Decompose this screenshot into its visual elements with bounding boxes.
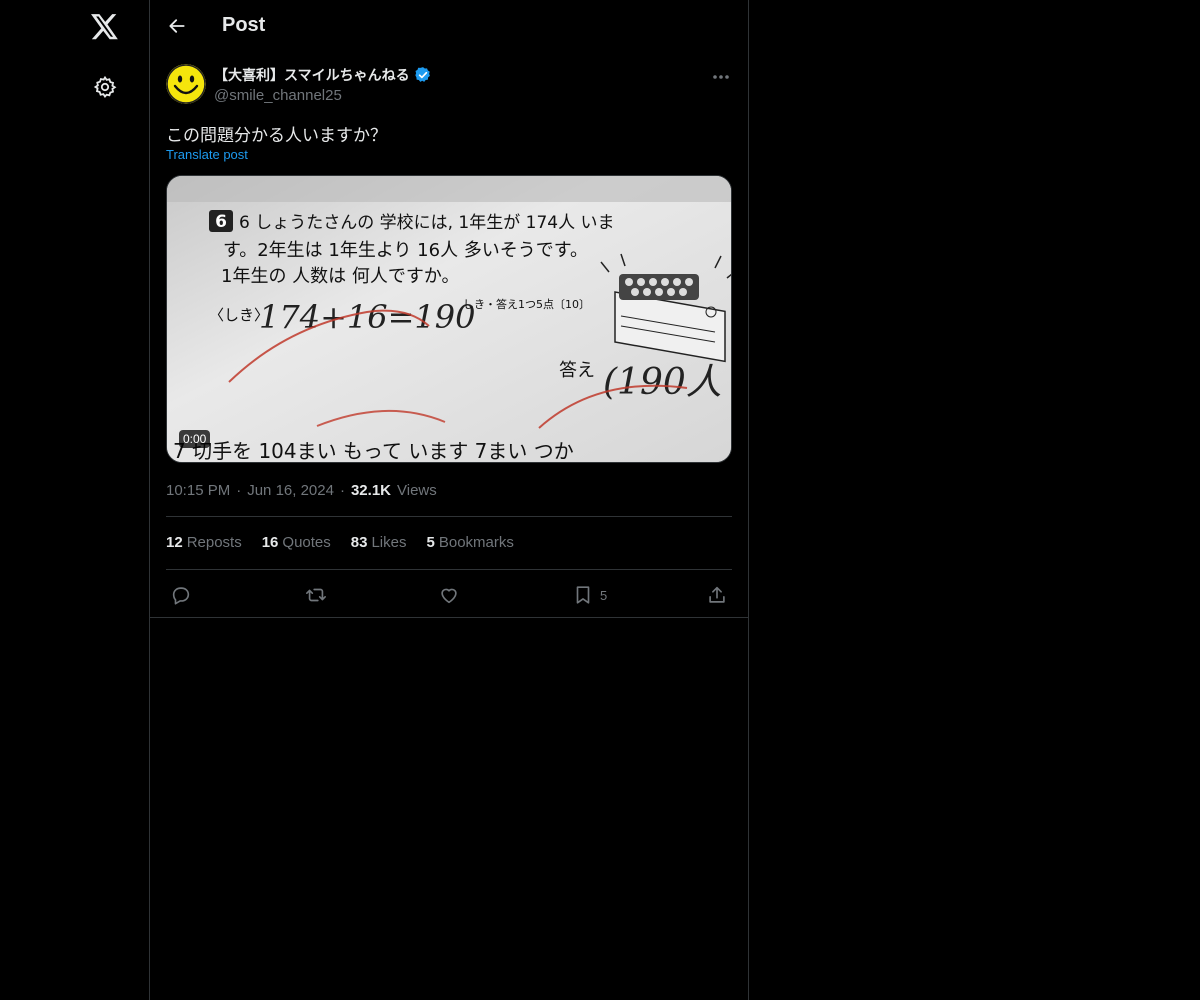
views-count: 32.1K bbox=[350, 482, 391, 499]
reply-button[interactable] bbox=[170, 580, 192, 610]
likes-count: 83 bbox=[350, 534, 368, 551]
reposts-stat[interactable]: 12 Reposts bbox=[166, 534, 242, 551]
meta-separator: · bbox=[339, 482, 345, 499]
author-name: 【大喜利】スマイルちゃんねる bbox=[214, 68, 410, 84]
more-dots-icon bbox=[713, 75, 729, 79]
back-button[interactable] bbox=[160, 9, 194, 43]
primary-column: Post 【大喜利】スマイルちゃんねる @smile_channel25 この問… bbox=[149, 0, 749, 1000]
media-answer-label: 答え bbox=[559, 360, 595, 381]
divider bbox=[166, 569, 732, 570]
quotes-label: Quotes bbox=[282, 534, 331, 551]
page-title: Post bbox=[222, 14, 266, 36]
meta-separator: · bbox=[236, 482, 242, 499]
author-name-link[interactable]: 【大喜利】スマイルちゃんねる bbox=[214, 65, 432, 85]
avatar[interactable] bbox=[166, 64, 206, 104]
reposts-count: 12 bbox=[166, 534, 183, 551]
bookmarks-stat[interactable]: 5 Bookmarks bbox=[427, 534, 514, 551]
post-bottom-border bbox=[150, 617, 748, 618]
reply-icon bbox=[172, 587, 190, 605]
post-time[interactable]: 10:15 PM bbox=[166, 482, 230, 499]
bookmark-action-count: 5 bbox=[600, 587, 608, 603]
svg-text:6: 6 bbox=[215, 212, 227, 232]
quotes-count: 16 bbox=[261, 534, 279, 551]
repost-icon bbox=[306, 588, 326, 602]
media-line-3: 1年生の 人数は 何人ですか。 bbox=[221, 266, 460, 287]
author-block: 【大喜利】スマイルちゃんねる @smile_channel25 bbox=[214, 65, 432, 104]
translate-post-link[interactable]: Translate post bbox=[166, 147, 248, 162]
media-line-1: 6 しょうたさんの 学校には, 1年生が 174人 いま bbox=[239, 213, 615, 233]
arrow-left-icon bbox=[169, 19, 185, 33]
bookmarks-count: 5 bbox=[426, 534, 435, 551]
views-label: Views bbox=[397, 482, 437, 499]
media-line-4: 7 切手を 104まい もって います 7まい つか bbox=[173, 439, 574, 463]
bookmark-icon bbox=[576, 586, 590, 604]
likes-stat[interactable]: 83 Likes bbox=[351, 534, 407, 551]
author-handle[interactable]: @smile_channel25 bbox=[214, 87, 432, 104]
post-stats: 12 Reposts 16 Quotes 83 Likes 5 Bookmarks bbox=[166, 534, 514, 551]
bookmarks-label: Bookmarks bbox=[438, 534, 514, 551]
post-meta: 10:15 PM · Jun 16, 2024 · 32.1K Views bbox=[166, 482, 437, 499]
post-text: この問題分かる人いますか？ bbox=[166, 126, 387, 146]
video-frame: 6 6 しょうたさんの 学校には, 1年生が 174人 いま す。2年生は 1年… bbox=[167, 176, 731, 463]
page-header: Post bbox=[150, 0, 748, 53]
video-player[interactable]: 6 6 しょうたさんの 学校には, 1年生が 174人 いま す。2年生は 1年… bbox=[166, 175, 732, 463]
divider bbox=[166, 516, 732, 517]
verified-badge-icon bbox=[414, 67, 430, 82]
repost-button[interactable] bbox=[304, 580, 328, 610]
likes-label: Likes bbox=[371, 534, 407, 551]
media-answer-value: (190人 bbox=[603, 362, 722, 403]
post-date[interactable]: Jun 16, 2024 bbox=[247, 482, 334, 499]
share-icon bbox=[709, 586, 725, 603]
app-root: Post 【大喜利】スマイルちゃんねる @smile_channel25 この問… bbox=[0, 0, 1200, 1000]
quotes-stat[interactable]: 16 Quotes bbox=[262, 534, 331, 551]
like-button[interactable] bbox=[438, 580, 460, 610]
media-shiki-answer: 174+16=190 bbox=[259, 298, 476, 336]
gear-icon[interactable] bbox=[83, 65, 127, 109]
share-button[interactable] bbox=[706, 580, 728, 610]
left-nav bbox=[0, 0, 150, 1000]
reposts-label: Reposts bbox=[186, 534, 242, 551]
heart-icon bbox=[441, 588, 457, 604]
media-points: しき・答え1つ5点〔10〕 bbox=[463, 297, 590, 311]
more-options-button[interactable] bbox=[710, 66, 732, 88]
action-bar: 5 bbox=[166, 580, 732, 610]
bookmark-button[interactable]: 5 bbox=[572, 580, 607, 610]
media-line-2: す。2年生は 1年生より 16人 多いそうです。 bbox=[223, 240, 588, 261]
video-duration: 0:00 bbox=[179, 430, 211, 448]
x-logo-icon[interactable] bbox=[83, 5, 127, 49]
